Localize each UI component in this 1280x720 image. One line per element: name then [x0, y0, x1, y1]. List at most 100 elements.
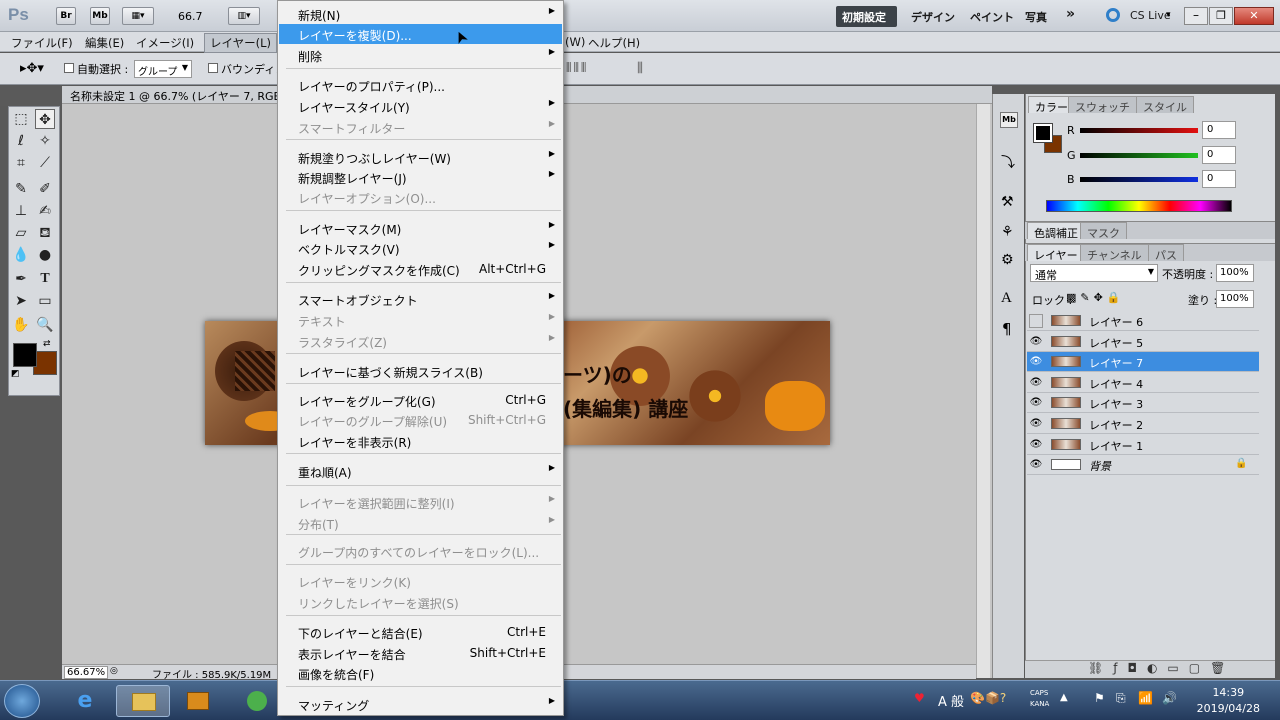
history-brush-tool-icon[interactable]: ✍ [35, 201, 55, 221]
r-slider[interactable] [1080, 128, 1198, 133]
close-button[interactable]: ✕ [1234, 7, 1274, 25]
layer-row[interactable]: 👁 背景 🔒 [1027, 455, 1259, 476]
menu-item-new[interactable]: 新規(N) ▶ [279, 4, 562, 24]
mini-bridge-panel-icon[interactable]: Mb [1000, 112, 1018, 128]
blur-tool-icon[interactable]: 💧 [11, 245, 31, 265]
color-spectrum-ramp[interactable] [1046, 200, 1232, 212]
ime-toolbar-icons[interactable]: 🎨📦? [970, 691, 1006, 705]
auto-align-icon[interactable]: ⫼ [637, 61, 643, 76]
media-player-icon[interactable] [172, 685, 226, 717]
layer-panel-bottom-icons[interactable]: ⛓ƒ◘◐▭▢🗑 [1088, 661, 1235, 675]
arrange-documents-icon[interactable]: ▥▾ [228, 7, 260, 25]
start-button[interactable] [4, 684, 40, 718]
menu-item-merge-down[interactable]: 下のレイヤーと結合(E) Ctrl+E [279, 622, 562, 642]
opacity-input[interactable]: 100% [1216, 264, 1254, 282]
workspace-essentials[interactable]: 初期設定 [836, 7, 892, 25]
more-workspaces-icon[interactable]: » [1060, 4, 1081, 22]
menu-item-new-adjustment-layer[interactable]: 新規調整レイヤー(J) ▶ [279, 167, 562, 187]
zoom-tool-icon[interactable]: 🔍 [35, 315, 55, 335]
paragraph-panel-icon[interactable]: ¶ [1002, 320, 1012, 338]
menu-item-merge-visible[interactable]: 表示レイヤーを結合 Shift+Ctrl+E [279, 643, 562, 663]
network-app-icon[interactable] [230, 685, 284, 717]
menu-item-new-layer-based-slice[interactable]: レイヤーに基づく新規スライス(B) [279, 361, 562, 381]
fill-input[interactable]: 100% [1216, 290, 1254, 308]
b-slider[interactable] [1080, 177, 1198, 182]
system-clock[interactable]: 14:39 2019/04/28 [1197, 685, 1260, 717]
visibility-eye-icon[interactable]: 👁 [1029, 458, 1043, 472]
history-panel-icon[interactable]: ⤵ [1001, 152, 1015, 172]
hand-tool-icon[interactable]: ✋ [11, 315, 31, 335]
tray-expand-icon[interactable]: ▲ [1060, 692, 1068, 703]
g-slider[interactable] [1080, 153, 1198, 158]
visibility-eye-icon[interactable]: 👁 [1029, 355, 1043, 369]
usb-icon[interactable]: ⎘ [1116, 691, 1126, 706]
view-extras-icon[interactable]: ▦▾ [122, 7, 154, 25]
layer-row[interactable]: 👁 レイヤー 5 [1027, 332, 1259, 352]
b-value[interactable]: 0 [1202, 170, 1236, 188]
crop-tool-icon[interactable]: ⌗ [11, 153, 31, 173]
distribute-icons[interactable]: ⫴⫴⫴ [566, 61, 588, 76]
clone-source-panel-icon[interactable]: ⚘ [1001, 224, 1014, 240]
tab-adjustments[interactable]: 色調補正 [1027, 222, 1085, 240]
tab-paths[interactable]: パス [1148, 244, 1184, 262]
vertical-scrollbar[interactable] [976, 104, 990, 678]
status-info-icon[interactable]: ◎ [110, 666, 118, 676]
notification-heart-icon[interactable]: ♥ [914, 691, 925, 705]
r-value[interactable]: 0 [1202, 121, 1236, 139]
marquee-tool-icon[interactable]: ⬚ [11, 109, 31, 129]
menu-item-smart-objects[interactable]: スマートオブジェクト ▶ [279, 289, 562, 309]
foreground-color-swatch[interactable] [13, 343, 37, 367]
menu-item-flatten-image[interactable]: 画像を統合(F) [279, 663, 562, 683]
default-colors-icon[interactable]: ◩ [11, 369, 20, 379]
brush-presets-panel-icon[interactable]: ⚒ [1001, 194, 1014, 210]
menu-item-layer-mask[interactable]: レイヤーマスク(M) ▶ [279, 218, 562, 238]
workspace-paint[interactable]: ペイント [964, 7, 1020, 25]
move-tool-icon[interactable]: ✥ [35, 109, 55, 129]
menu-item-matting[interactable]: マッティング ▶ [279, 694, 562, 714]
ime-mode[interactable]: A 般 [938, 691, 964, 710]
pen-tool-icon[interactable]: ✒ [11, 269, 31, 289]
shape-tool-icon[interactable]: ▭ [35, 291, 55, 311]
g-value[interactable]: 0 [1202, 146, 1236, 164]
zoom-level[interactable]: 66.7 [178, 10, 203, 23]
tab-layers[interactable]: レイヤー [1027, 244, 1085, 262]
visibility-eye-icon[interactable]: 👁 [1029, 396, 1043, 410]
status-zoom[interactable]: 66.67% [64, 666, 109, 679]
menu-item-create-clipping-mask[interactable]: クリッピングマスクを作成(C) Alt+Ctrl+G [279, 259, 562, 279]
move-tool-preset-icon[interactable]: ▸✥▾ [20, 61, 44, 76]
swap-colors-icon[interactable]: ⇄ [43, 339, 51, 349]
visibility-eye-icon[interactable]: 👁 [1029, 335, 1043, 349]
menu-item-duplicate-layer[interactable]: レイヤーを複製(D)... [279, 24, 562, 44]
tab-styles[interactable]: スタイル [1136, 96, 1194, 114]
internet-explorer-icon[interactable]: e [58, 685, 112, 717]
paint-bucket-tool-icon[interactable]: ⛾ [35, 223, 55, 243]
menu-item-arrange[interactable]: 重ね順(A) ▶ [279, 461, 562, 481]
type-tool-icon[interactable]: T [35, 269, 55, 289]
menu-item-hide-layers[interactable]: レイヤーを非表示(R) [279, 431, 562, 451]
blend-mode-dropdown[interactable]: 通常 ▼ [1030, 264, 1158, 282]
layer-row[interactable]: 👁 レイヤー 3 [1027, 393, 1259, 414]
menu-help[interactable]: ヘルプ(H) [583, 34, 645, 52]
healing-brush-tool-icon[interactable]: ✎ [11, 179, 31, 199]
panel-foreground-swatch[interactable] [1033, 123, 1053, 143]
layer-row[interactable]: 👁 レイヤー 1 [1027, 435, 1259, 455]
menu-layer[interactable]: レイヤー(L) [204, 33, 278, 53]
eraser-tool-icon[interactable]: ▱ [11, 223, 31, 243]
layer-row[interactable]: 👁 レイヤー 4 [1027, 373, 1259, 393]
layer-row[interactable]: 👁 レイヤー 7 [1027, 352, 1259, 373]
explorer-icon[interactable] [116, 685, 170, 717]
visibility-eye-icon[interactable]: 👁 [1029, 417, 1043, 431]
brush-tool-icon[interactable]: ✐ [35, 179, 55, 199]
restore-button[interactable]: ❐ [1209, 7, 1233, 25]
lasso-tool-icon[interactable]: ℓ [11, 131, 31, 151]
dodge-tool-icon[interactable]: ● [35, 245, 55, 265]
visibility-eye-icon[interactable]: 👁 [1029, 376, 1043, 390]
auto-select-checkbox[interactable] [64, 63, 74, 73]
menu-item-new-fill-layer[interactable]: 新規塗りつぶしレイヤー(W) ▶ [279, 147, 562, 167]
menu-file[interactable]: ファイル(F) [6, 34, 78, 52]
menu-item-layer-style[interactable]: レイヤースタイル(Y) ▶ [279, 96, 562, 116]
character-panel-icon[interactable]: A [1001, 290, 1012, 307]
tab-masks[interactable]: マスク [1080, 222, 1127, 240]
tab-swatches[interactable]: スウォッチ [1068, 96, 1137, 114]
bridge-button[interactable]: Br [56, 7, 76, 25]
